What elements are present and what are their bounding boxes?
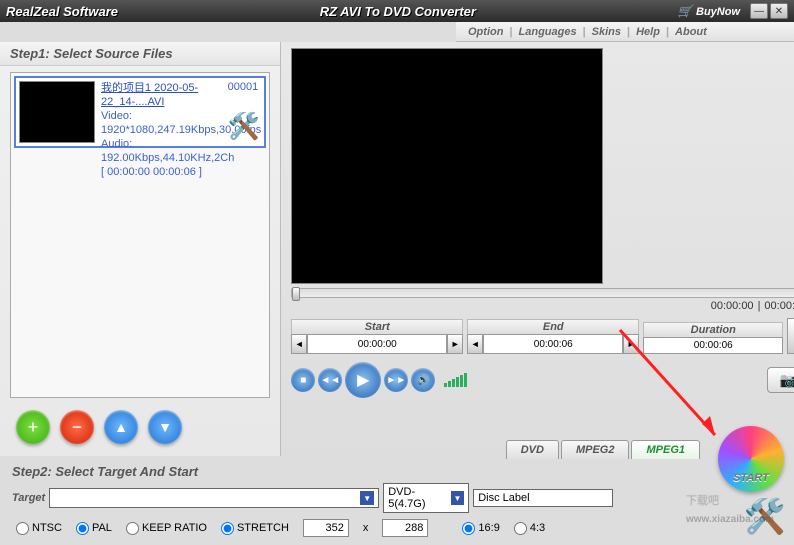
seek-thumb[interactable]: [292, 287, 300, 301]
left-pane: Step1: Select Source Files 我的项目1 2020-05…: [0, 42, 281, 456]
menu-skins[interactable]: Skins: [592, 26, 621, 38]
file-time-range: [ 00:00:00 00:00:06 ]: [101, 165, 261, 179]
tab-mpeg2[interactable]: MPEG2: [561, 440, 630, 459]
file-index: 00001: [228, 81, 259, 93]
start-prev-button[interactable]: ◄: [291, 334, 307, 354]
next-button[interactable]: ►►: [384, 368, 408, 392]
dropdown-icon: ▼: [451, 491, 465, 505]
file-thumbnail: [19, 81, 95, 143]
watermark: 下载吧 www.xiazaiba.com: [686, 469, 774, 525]
stop-button[interactable]: ■: [291, 368, 315, 392]
tab-dvd[interactable]: DVD: [506, 440, 559, 459]
end-next-button[interactable]: ►: [623, 334, 639, 354]
end-prev-button[interactable]: ◄: [467, 334, 483, 354]
menu-help[interactable]: Help: [636, 26, 660, 38]
minimize-button[interactable]: —: [750, 3, 768, 19]
keep-ratio-radio[interactable]: KEEP RATIO: [126, 522, 207, 535]
trim-row: Start ◄ ► End ◄ ► Duration: [281, 314, 794, 358]
mute-button[interactable]: 🔊: [411, 368, 435, 392]
menu-option[interactable]: Option: [468, 26, 503, 38]
target-drive-combo[interactable]: ▼: [49, 488, 379, 508]
seek-bar[interactable]: [291, 288, 794, 298]
aspect-43-radio[interactable]: 4:3: [514, 522, 545, 535]
mark-button[interactable]: J: [787, 318, 794, 354]
aspect-169-radio[interactable]: 16:9: [462, 522, 499, 535]
move-down-button[interactable]: ▼: [148, 410, 182, 444]
end-label: End: [467, 319, 639, 334]
snapshot-button[interactable]: 📷: [767, 367, 794, 393]
output-tabs: DVD MPEG2 MPEG1: [498, 440, 708, 459]
right-pane: 00:00:00 | 00:00:06 Start ◄ ► End ◄ ►: [281, 42, 794, 456]
preview-player[interactable]: [291, 48, 603, 284]
width-input[interactable]: [303, 519, 349, 537]
menu-languages[interactable]: Languages: [519, 26, 577, 38]
pal-radio[interactable]: PAL: [76, 522, 112, 535]
duration-label: Duration: [643, 322, 783, 337]
total-time: 00:00:06: [764, 300, 794, 312]
prev-button[interactable]: ◄◄: [318, 368, 342, 392]
play-button[interactable]: ▶: [345, 362, 381, 398]
menu-bar: Option| Languages| Skins| Help| About: [456, 22, 794, 42]
time-labels: 00:00:00 | 00:00:06: [281, 298, 794, 314]
start-label: Start: [291, 319, 463, 334]
duration-input[interactable]: [643, 337, 783, 354]
playback-row: ■ ◄◄ ▶ ►► 🔊 📷: [281, 358, 794, 402]
file-item[interactable]: 我的项目1 2020-05-22_14-....AVI Video: 1920*…: [14, 76, 266, 148]
buy-now-link[interactable]: 🛒 BuyNow: [678, 4, 740, 18]
x-label: x: [363, 522, 369, 534]
step2-panel: Step2: Select Target And Start Target ▼ …: [8, 462, 786, 541]
title-bar: RealZeal Software RZ AVI To DVD Converte…: [0, 0, 794, 22]
disc-size-combo[interactable]: DVD-5(4.7G)▼: [383, 483, 469, 513]
remove-file-button[interactable]: −: [60, 410, 94, 444]
tab-mpeg1[interactable]: MPEG1: [631, 440, 700, 459]
step1-header: Step1: Select Source Files: [0, 42, 280, 66]
height-input[interactable]: [382, 519, 428, 537]
start-time-input[interactable]: [307, 334, 447, 354]
volume-meter[interactable]: [444, 373, 467, 387]
add-file-button[interactable]: +: [16, 410, 50, 444]
brand-label: RealZeal Software: [6, 4, 118, 19]
ntsc-radio[interactable]: NTSC: [16, 522, 62, 535]
menu-about[interactable]: About: [675, 26, 707, 38]
file-list[interactable]: 我的项目1 2020-05-22_14-....AVI Video: 1920*…: [10, 72, 270, 398]
tools-icon: 🛠️: [228, 111, 260, 142]
move-up-button[interactable]: ▲: [104, 410, 138, 444]
end-time-input[interactable]: [483, 334, 623, 354]
file-buttons: + − ▲ ▼: [0, 404, 280, 450]
target-label: Target: [12, 492, 45, 504]
app-title: RZ AVI To DVD Converter: [118, 4, 678, 19]
step2-header: Step2: Select Target And Start: [8, 462, 786, 481]
dropdown-icon: ▼: [360, 491, 374, 505]
close-button[interactable]: ✕: [770, 3, 788, 19]
stretch-radio[interactable]: STRETCH: [221, 522, 289, 535]
current-time: 00:00:00: [711, 300, 754, 312]
start-next-button[interactable]: ►: [447, 334, 463, 354]
disc-label-input[interactable]: Disc Label: [473, 489, 613, 507]
